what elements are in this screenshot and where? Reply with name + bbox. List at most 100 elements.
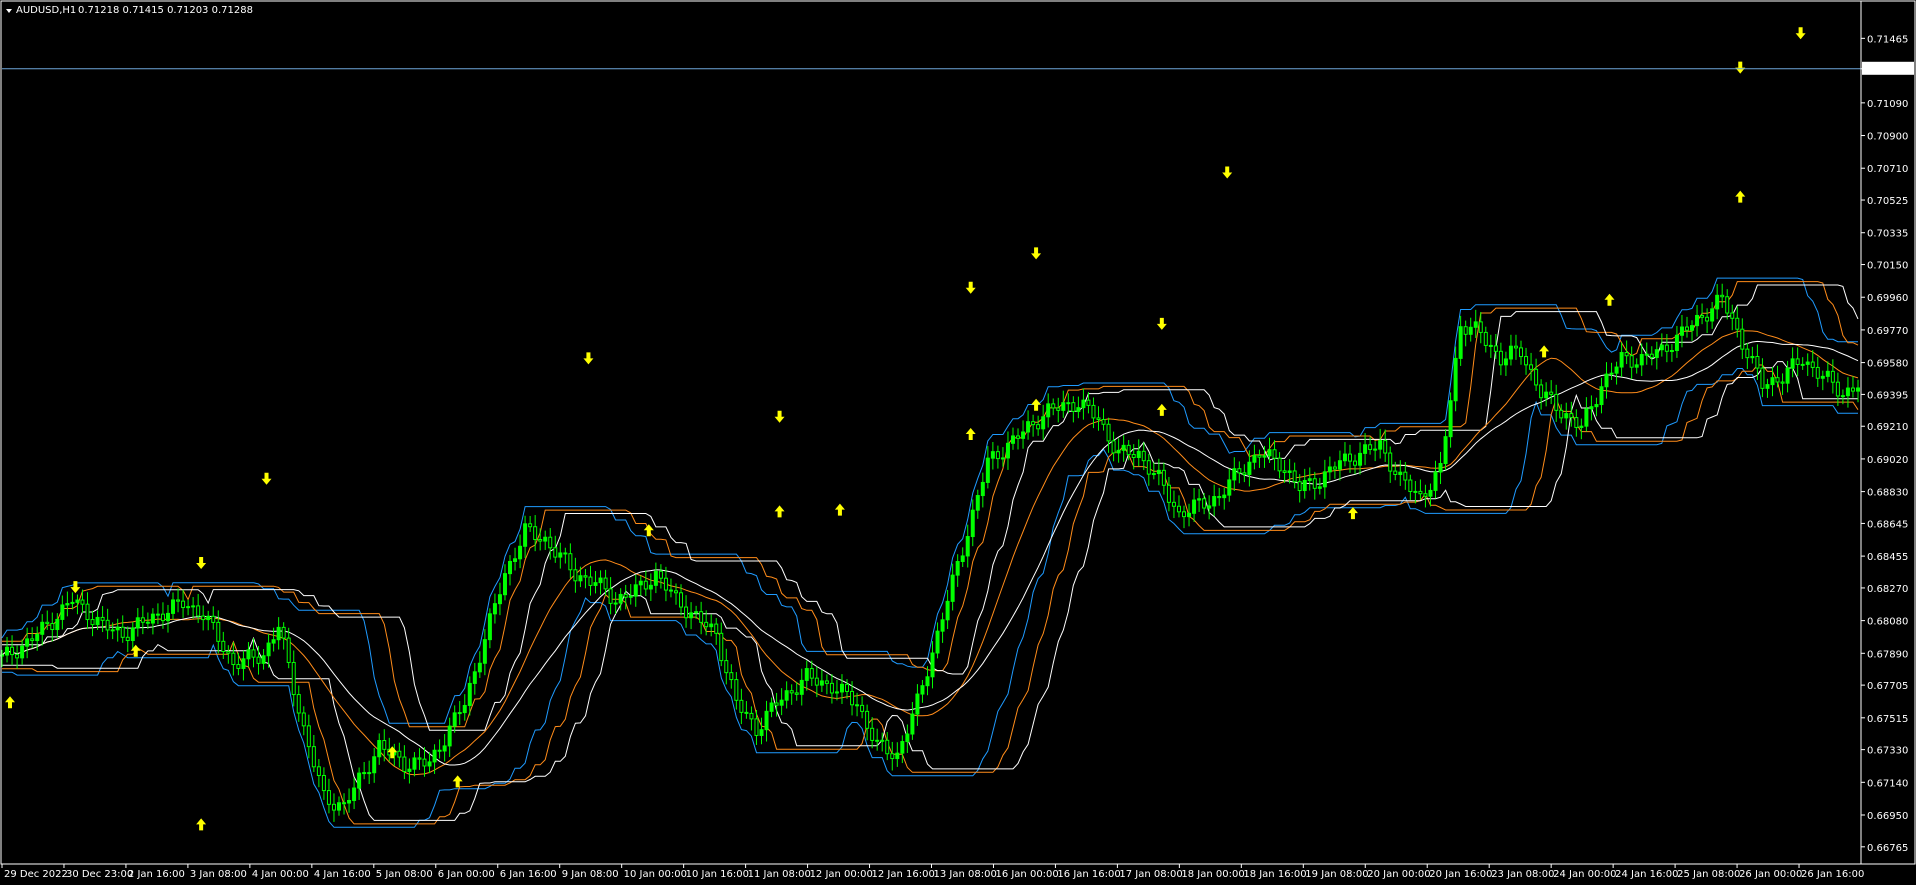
candle-body (311, 746, 316, 768)
candle-body (1448, 400, 1453, 438)
candle-body (1554, 393, 1559, 411)
x-tick-label: 4 Jan 16:00 (314, 869, 371, 880)
candle-body (734, 679, 739, 701)
x-tick-label: 13 Jan 08:00 (934, 869, 997, 880)
candle-body (1604, 373, 1609, 388)
candle-body (1262, 455, 1267, 458)
candle-body (875, 739, 880, 742)
x-tick-label: 23 Jan 08:00 (1491, 869, 1554, 880)
y-tick-label: 0.66765 (1867, 843, 1908, 854)
candle-body (1679, 326, 1684, 336)
candle-body (1398, 471, 1403, 475)
current-price-label: 0.71288 (1867, 65, 1908, 76)
candle-body (1654, 349, 1659, 358)
y-tick-label: 0.69960 (1867, 293, 1908, 304)
candle-body (150, 613, 155, 624)
candle-body (1066, 402, 1071, 405)
x-tick-label: 16 Jan 00:00 (995, 869, 1058, 880)
candle-body (1287, 470, 1292, 473)
candle-body (1463, 326, 1468, 335)
y-tick-label: 0.67140 (1867, 778, 1908, 789)
symbol-header[interactable]: AUDUSD,H1 0.71218 0.71415 0.71203 0.7128… (6, 5, 253, 16)
candle-body (663, 577, 668, 591)
candle-body (985, 457, 990, 483)
candle-body (1684, 326, 1689, 331)
candle-body (1780, 381, 1785, 384)
candle-body (1629, 355, 1634, 368)
candle-body (1524, 356, 1529, 366)
x-tick-label: 24 Jan 16:00 (1615, 869, 1678, 880)
x-tick-label: 30 Dec 23:00 (66, 869, 133, 880)
candle-body (880, 739, 885, 742)
candle-body (508, 560, 513, 575)
candle-body (935, 630, 940, 654)
y-tick-label: 0.68080 (1867, 617, 1908, 628)
candle-body (1619, 352, 1624, 368)
candle-body (1775, 377, 1780, 383)
y-tick-label: 0.69580 (1867, 359, 1908, 370)
y-tick-label: 0.69210 (1867, 422, 1908, 433)
candle-body (1458, 326, 1463, 359)
candle-body (427, 761, 432, 767)
candle-body (1393, 470, 1398, 475)
candle-body (1307, 478, 1312, 481)
candle-body (1800, 363, 1805, 366)
candle-body (1569, 413, 1574, 419)
candle-body (975, 495, 980, 511)
candle-body (70, 601, 75, 605)
candle-body (945, 600, 950, 621)
candle-body (618, 593, 623, 604)
candle-body (1212, 496, 1217, 507)
candle-body (1805, 361, 1810, 365)
candle-body (191, 605, 196, 608)
candle-body (45, 621, 50, 625)
candle-body (1116, 449, 1121, 454)
candle-body (603, 577, 608, 590)
candle-body (860, 704, 865, 712)
candle-body (1750, 355, 1755, 359)
candle-body (1534, 368, 1539, 386)
candle-body (231, 652, 236, 666)
candle-body (1609, 372, 1614, 375)
candle-body (1720, 294, 1725, 298)
candle-body (246, 649, 251, 660)
candle-body (1272, 449, 1277, 459)
candle-body (1730, 312, 1735, 319)
y-tick-label: 0.67515 (1867, 714, 1908, 725)
candle-body (145, 621, 150, 624)
candle-body (40, 621, 45, 635)
candle-body (462, 704, 467, 714)
candle-body (804, 668, 809, 681)
candle-body (1101, 418, 1106, 425)
candle-body (689, 612, 694, 619)
candle-body (1071, 402, 1076, 412)
candle-body (1327, 466, 1332, 473)
candle-body (1036, 424, 1041, 430)
candle-body (779, 699, 784, 706)
candle-body (1347, 453, 1352, 462)
candle-body (130, 627, 135, 642)
candle-body (814, 677, 819, 686)
candle-body (1483, 331, 1488, 346)
candle-body (1659, 344, 1664, 351)
candle-body (1021, 431, 1026, 439)
x-tick-label: 11 Jan 08:00 (748, 869, 811, 880)
candle-body (1468, 326, 1473, 335)
price-chart[interactable]: 0.71465 0.71288 0.71090 0.70900 0.70710 0.705… (0, 0, 1916, 885)
candle-body (155, 613, 160, 616)
candle-body (1453, 357, 1458, 402)
candle-body (1197, 498, 1202, 501)
candle-body (724, 660, 729, 674)
candle-body (905, 733, 910, 743)
candle-body (870, 727, 875, 741)
x-tick-label: 5 Jan 08:00 (376, 869, 433, 880)
candle-body (955, 561, 960, 576)
x-tick-label: 9 Jan 08:00 (562, 869, 619, 880)
candle-body (372, 756, 377, 774)
candle-body (1292, 470, 1297, 483)
x-tick-label: 25 Jan 08:00 (1677, 869, 1740, 880)
x-tick-label: 26 Jan 00:00 (1739, 869, 1802, 880)
candle-body (206, 615, 211, 621)
candle-body (1690, 325, 1695, 331)
candle-body (1700, 314, 1705, 318)
